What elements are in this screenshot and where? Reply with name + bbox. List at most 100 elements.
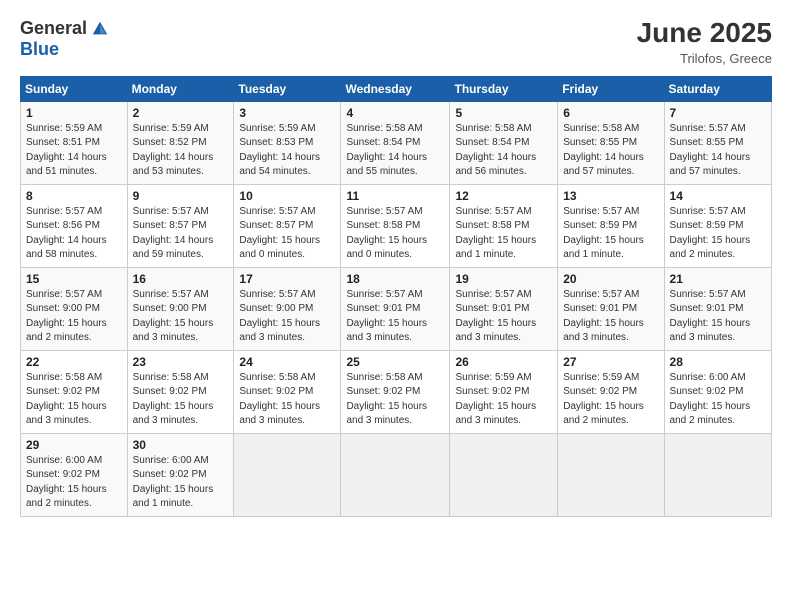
day-info: Sunrise: 5:59 AMSunset: 9:02 PMDaylight:… [563,371,658,429]
day-number: 22 [26,355,122,369]
table-row: 29 Sunrise: 6:00 AMSunset: 9:02 PMDayligh… [21,433,128,516]
day-number: 12 [455,189,552,203]
day-info: Sunrise: 5:59 AMSunset: 8:52 PMDaylight:… [133,122,229,180]
table-row [341,433,450,516]
day-info: Sunrise: 5:57 AMSunset: 9:01 PMDaylight:… [455,288,552,346]
day-info: Sunrise: 5:58 AMSunset: 8:54 PMDaylight:… [455,122,552,180]
table-row: 15Sunrise: 5:57 AMSunset: 9:00 PMDayligh… [21,267,128,350]
table-row: 21Sunrise: 5:57 AMSunset: 9:01 PMDayligh… [664,267,771,350]
day-info: Sunrise: 5:58 AMSunset: 9:02 PMDaylight:… [239,371,335,429]
day-info: Sunrise: 5:57 AMSunset: 9:01 PMDaylight:… [346,288,444,346]
day-info: Sunrise: 6:00 AMSunset: 9:02 PMDaylight:… [670,371,766,429]
day-number: 13 [563,189,658,203]
day-info: Sunrise: 5:57 AMSunset: 8:58 PMDaylight:… [455,205,552,263]
day-number: 4 [346,106,444,120]
table-row: 4 Sunrise: 5:58 AMSunset: 8:54 PMDaylight… [341,101,450,184]
day-info: Sunrise: 5:59 AMSunset: 8:51 PMDaylight:… [26,122,122,180]
day-number: 29 [26,438,122,452]
table-row: 20 Sunrise: 5:57 AMSunset: 9:01 PMDayligh… [558,267,664,350]
table-row: 16Sunrise: 5:57 AMSunset: 9:00 PMDayligh… [127,267,234,350]
day-info: Sunrise: 6:00 AMSunset: 9:02 PMDaylight:… [26,454,122,512]
table-row: 6Sunrise: 5:58 AMSunset: 8:55 PMDaylight… [558,101,664,184]
calendar-week-row: 22 Sunrise: 5:58 AMSunset: 9:02 PMDayligh… [21,350,772,433]
table-row [234,433,341,516]
day-info: Sunrise: 5:57 AMSunset: 8:58 PMDaylight:… [346,205,444,263]
table-row: 14 Sunrise: 5:57 AMSunset: 8:59 PMDayligh… [664,184,771,267]
table-row: 13 Sunrise: 5:57 AMSunset: 8:59 PMDayligh… [558,184,664,267]
table-row: 24 Sunrise: 5:58 AMSunset: 9:02 PMDayligh… [234,350,341,433]
day-number: 28 [670,355,766,369]
day-number: 18 [346,272,444,286]
table-row: 25 Sunrise: 5:58 AMSunset: 9:02 PMDayligh… [341,350,450,433]
logo-blue-text: Blue [20,39,59,60]
day-info: Sunrise: 5:57 AMSunset: 8:56 PMDaylight:… [26,205,122,263]
day-number: 8 [26,189,122,203]
day-number: 20 [563,272,658,286]
table-row: 19Sunrise: 5:57 AMSunset: 9:01 PMDayligh… [450,267,558,350]
day-number: 21 [670,272,766,286]
day-number: 25 [346,355,444,369]
table-row: 30 Sunrise: 6:00 AMSunset: 9:02 PMDayligh… [127,433,234,516]
table-row: 10 Sunrise: 5:57 AMSunset: 8:57 PMDayligh… [234,184,341,267]
table-row [450,433,558,516]
calendar-table: Sunday Monday Tuesday Wednesday Thursday… [20,76,772,517]
calendar-week-row: 29 Sunrise: 6:00 AMSunset: 9:02 PMDayligh… [21,433,772,516]
col-tuesday: Tuesday [234,76,341,101]
col-saturday: Saturday [664,76,771,101]
table-row: 26 Sunrise: 5:59 AMSunset: 9:02 PMDayligh… [450,350,558,433]
table-row: 23Sunrise: 5:58 AMSunset: 9:02 PMDayligh… [127,350,234,433]
table-row [558,433,664,516]
day-number: 14 [670,189,766,203]
day-number: 3 [239,106,335,120]
col-monday: Monday [127,76,234,101]
day-number: 27 [563,355,658,369]
day-info: Sunrise: 5:58 AMSunset: 9:02 PMDaylight:… [346,371,444,429]
day-info: Sunrise: 5:57 AMSunset: 8:59 PMDaylight:… [670,205,766,263]
table-row: 11Sunrise: 5:57 AMSunset: 8:58 PMDayligh… [341,184,450,267]
day-number: 5 [455,106,552,120]
col-wednesday: Wednesday [341,76,450,101]
day-info: Sunrise: 5:58 AMSunset: 8:54 PMDaylight:… [346,122,444,180]
day-info: Sunrise: 5:57 AMSunset: 8:55 PMDaylight:… [670,122,766,180]
title-block: June 2025 Trilofos, Greece [637,18,772,66]
day-number: 26 [455,355,552,369]
table-row: 3Sunrise: 5:59 AMSunset: 8:53 PMDaylight… [234,101,341,184]
calendar-week-row: 15Sunrise: 5:57 AMSunset: 9:00 PMDayligh… [21,267,772,350]
table-row: 17 Sunrise: 5:57 AMSunset: 9:00 PMDayligh… [234,267,341,350]
day-number: 9 [133,189,229,203]
day-number: 24 [239,355,335,369]
day-number: 6 [563,106,658,120]
day-number: 7 [670,106,766,120]
table-row: 5 Sunrise: 5:58 AMSunset: 8:54 PMDaylight… [450,101,558,184]
day-info: Sunrise: 5:59 AMSunset: 9:02 PMDaylight:… [455,371,552,429]
day-info: Sunrise: 5:57 AMSunset: 9:00 PMDaylight:… [26,288,122,346]
calendar-week-row: 1 Sunrise: 5:59 AMSunset: 8:51 PMDaylight… [21,101,772,184]
table-row: 7 Sunrise: 5:57 AMSunset: 8:55 PMDaylight… [664,101,771,184]
day-info: Sunrise: 5:58 AMSunset: 9:02 PMDaylight:… [26,371,122,429]
day-number: 30 [133,438,229,452]
table-row: 12 Sunrise: 5:57 AMSunset: 8:58 PMDayligh… [450,184,558,267]
day-info: Sunrise: 6:00 AMSunset: 9:02 PMDaylight:… [133,454,229,512]
day-info: Sunrise: 5:57 AMSunset: 8:57 PMDaylight:… [133,205,229,263]
day-info: Sunrise: 5:57 AMSunset: 8:59 PMDaylight:… [563,205,658,263]
day-number: 23 [133,355,229,369]
day-info: Sunrise: 5:57 AMSunset: 9:01 PMDaylight:… [563,288,658,346]
day-number: 1 [26,106,122,120]
logo-icon [91,20,109,38]
page: General Blue June 2025 Trilofos, Greece … [0,0,792,612]
day-number: 17 [239,272,335,286]
logo-general-text: General [20,18,87,39]
month-title: June 2025 [637,18,772,49]
day-number: 2 [133,106,229,120]
day-number: 10 [239,189,335,203]
day-info: Sunrise: 5:57 AMSunset: 8:57 PMDaylight:… [239,205,335,263]
table-row: 1 Sunrise: 5:59 AMSunset: 8:51 PMDaylight… [21,101,128,184]
calendar-week-row: 8 Sunrise: 5:57 AMSunset: 8:56 PMDaylight… [21,184,772,267]
col-thursday: Thursday [450,76,558,101]
logo: General Blue [20,18,109,60]
day-number: 16 [133,272,229,286]
col-friday: Friday [558,76,664,101]
day-info: Sunrise: 5:57 AMSunset: 9:00 PMDaylight:… [239,288,335,346]
table-row: 22 Sunrise: 5:58 AMSunset: 9:02 PMDayligh… [21,350,128,433]
table-row [664,433,771,516]
